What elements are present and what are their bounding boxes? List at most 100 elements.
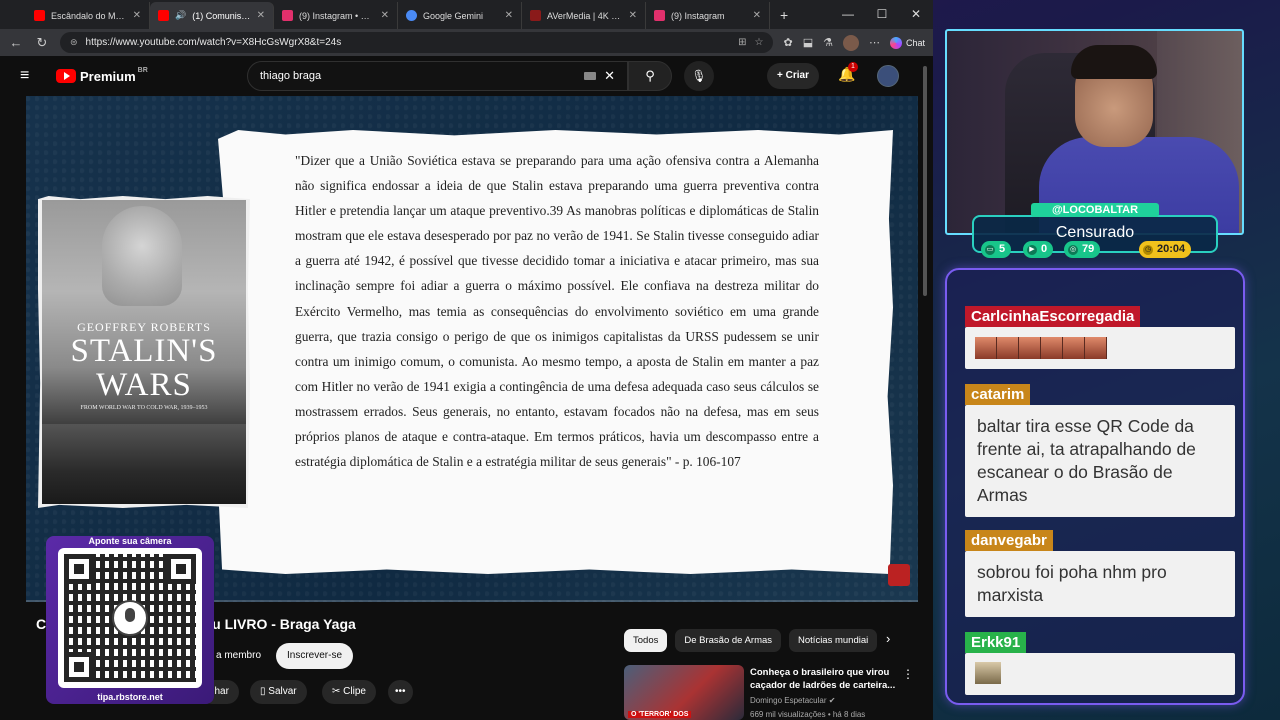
lab-icon[interactable]: ⚗ [823, 36, 833, 49]
star-icon[interactable]: ☆ [755, 37, 764, 48]
book-cover: GEOFFREY ROBERTS STALIN'S WARS FROM WORL… [38, 196, 250, 508]
minimize-icon[interactable]: — [831, 0, 865, 29]
close-icon[interactable]: ✕ [505, 10, 513, 21]
instagram-favicon-icon [282, 10, 293, 21]
tab-4[interactable]: AVerMedia | 4K HDMI ✕ [522, 2, 646, 29]
install-icon[interactable]: ⊞ [738, 37, 746, 48]
maximize-icon[interactable]: ☐ [865, 0, 899, 29]
extensions-icon[interactable]: ✿ [783, 36, 792, 49]
chat-count: 5 [999, 243, 1006, 255]
join-button[interactable]: a membro [206, 643, 271, 669]
notification-badge: 1 [848, 62, 858, 72]
avermedia-favicon-icon [530, 10, 541, 21]
hamburger-menu-icon[interactable]: ≡ [20, 67, 40, 85]
viewers-icon: ◎ [1068, 244, 1078, 255]
tab-2[interactable]: (9) Instagram • Mensa ✕ [274, 2, 398, 29]
chat-overlay: CarlcinhaEscorregadia catarim baltar tir… [945, 268, 1245, 705]
close-icon[interactable]: ✕ [257, 10, 265, 21]
filter-chips: Todos De Brasão de Armas Notícias mundia… [624, 629, 878, 652]
chat-body [965, 327, 1235, 369]
close-icon[interactable]: ✕ [133, 10, 141, 21]
rec-title[interactable]: Conheça o brasileiro que virou caçador d… [750, 666, 900, 692]
stream-status-text: Censurado [1055, 224, 1135, 241]
rec-meta: 669 mil visualizações • há 8 dias [750, 710, 866, 719]
reload-icon[interactable]: ↻ [34, 35, 50, 51]
emote-icon [975, 662, 1001, 684]
tab-label: (1) Comunista CHO [192, 10, 250, 21]
microphone-icon: 🎙 [691, 69, 707, 83]
account-avatar[interactable] [877, 65, 899, 87]
back-icon[interactable]: ← [8, 35, 24, 50]
uptime-badge: ◷ 20:04 [1139, 241, 1192, 258]
profile-avatar-icon[interactable] [842, 34, 859, 51]
voice-search-button[interactable]: 🎙 [684, 61, 714, 91]
keyboard-icon[interactable] [584, 72, 597, 80]
site-info-icon[interactable]: ⊜ [70, 37, 78, 48]
chevron-right-icon[interactable]: › [886, 631, 890, 646]
chat-username: catarim [965, 384, 1031, 405]
book-title-line-2: WARS [96, 367, 192, 403]
youtube-premium-logo[interactable]: Premium BR [56, 67, 148, 84]
page-scrollbar[interactable] [922, 56, 928, 716]
quote-text: "Dizer que a União Soviética estava se p… [295, 153, 819, 470]
more-vert-icon[interactable]: ⋮ [902, 667, 914, 681]
recommended-video[interactable]: O 'TERROR' DOS Conheça o brasileiro que … [624, 665, 914, 720]
tab-5[interactable]: (9) Instagram ✕ [646, 2, 770, 29]
chat-username: Erkk91 [965, 632, 1027, 653]
close-window-icon[interactable]: ✕ [899, 0, 933, 29]
emote-icon [975, 337, 997, 359]
chat-username: danvegabr [965, 530, 1053, 551]
video-player[interactable]: "Dizer que a União Soviética estava se p… [26, 96, 918, 602]
tab-0[interactable]: Escândalo do Master s ✕ [26, 2, 150, 29]
tab-3[interactable]: Google Gemini ✕ [398, 2, 522, 29]
create-label: Criar [785, 70, 809, 81]
emote-icon [1063, 337, 1085, 359]
search-button[interactable]: ⚲ [628, 61, 672, 91]
chip-world-news[interactable]: Notícias mundiai [789, 629, 878, 652]
streamer-hair [1071, 45, 1157, 79]
rec-thumbnail[interactable]: O 'TERROR' DOS [624, 665, 744, 720]
chat-count-badge: ▭ 5 [981, 241, 1012, 258]
clear-search-icon[interactable]: ✕ [604, 68, 615, 84]
notifications-button[interactable]: 🔔 1 [838, 62, 858, 83]
clip-button[interactable]: ✂ Clipe [322, 680, 376, 704]
copilot-chat-button[interactable]: Chat [889, 36, 925, 49]
search-input[interactable]: thiago braga ✕ [247, 61, 628, 91]
tab-1[interactable]: 🔊 (1) Comunista CHO ✕ [150, 2, 274, 29]
chat-message: Erkk91 [965, 632, 1235, 695]
youtube-favicon-icon [158, 10, 169, 21]
viewers-badge: ◎ 79 [1064, 241, 1101, 258]
qr-pattern [64, 554, 196, 682]
close-icon[interactable]: ✕ [753, 10, 761, 21]
chip-brasao[interactable]: De Brasão de Armas [675, 629, 782, 652]
chat-message: catarim baltar tira esse QR Code da fren… [965, 384, 1235, 517]
speaker-icon[interactable]: 🔊 [175, 10, 186, 21]
split-icon[interactable]: ⬓ [803, 36, 813, 49]
youtube-favicon-icon [34, 10, 45, 21]
browser-window: Escândalo do Master s ✕ 🔊 (1) Comunista … [0, 0, 933, 720]
create-button[interactable]: + Criar [767, 63, 819, 89]
url-field[interactable]: ⊜ https://www.youtube.com/watch?v=X8HcGs… [60, 32, 774, 53]
qr-finder [64, 652, 94, 682]
chat-username: CarlcinhaEscorregadia [965, 306, 1141, 327]
close-icon[interactable]: ✕ [629, 10, 637, 21]
new-tab-button[interactable]: + [770, 2, 798, 29]
book-title: STALIN'S WARS [42, 334, 246, 402]
quote-paper: "Dizer que a União Soviética estava se p… [218, 130, 893, 574]
subscribe-button[interactable]: Inscrever-se [276, 643, 354, 669]
book-cover-art: GEOFFREY ROBERTS STALIN'S WARS FROM WORL… [42, 200, 246, 504]
youtube-play-icon [56, 69, 76, 83]
qr-finder [166, 554, 196, 584]
chip-all[interactable]: Todos [624, 629, 668, 652]
tab-label: (9) Instagram [671, 10, 725, 21]
chat-message: danvegabr sobrou foi poha nhm pro marxis… [965, 530, 1235, 617]
menu-dots-icon[interactable]: ⋯ [869, 36, 880, 49]
qr-bottom-text: tipa.rbstore.net [97, 692, 163, 702]
rec-channel[interactable]: Domingo Espetacular ✔ [750, 696, 835, 705]
uptime-text: 20:04 [1157, 243, 1186, 255]
more-actions-button[interactable]: ••• [388, 680, 413, 704]
save-button[interactable]: ▯ Salvar [250, 680, 307, 704]
scrollbar-thumb[interactable] [923, 66, 927, 296]
more-label: ••• [395, 686, 406, 697]
close-icon[interactable]: ✕ [381, 10, 389, 21]
